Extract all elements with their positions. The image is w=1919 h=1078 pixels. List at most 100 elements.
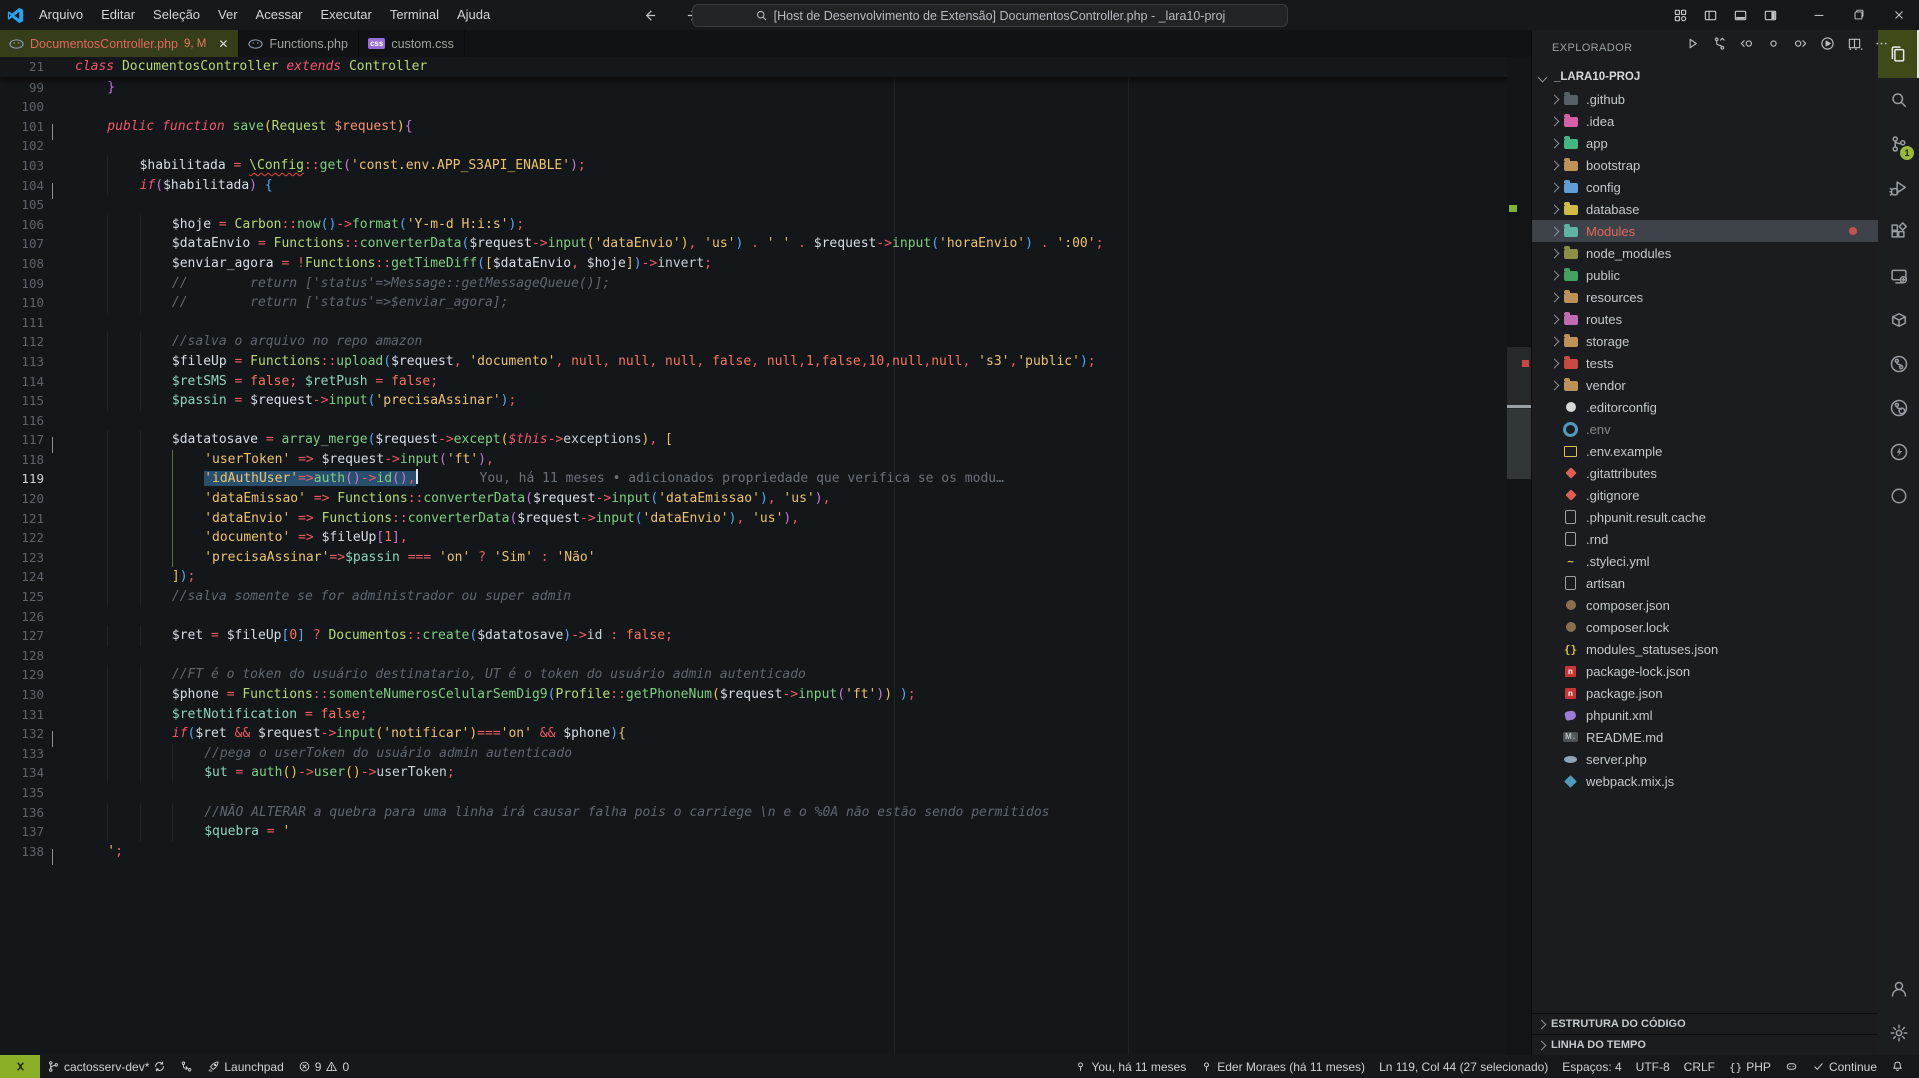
tree-item-server.php[interactable]: server.php: [1532, 748, 1879, 770]
code-line[interactable]: 104if($habilitada) {: [0, 176, 1531, 196]
tree-item-resources[interactable]: resources: [1532, 286, 1879, 308]
tab-DocumentosController.php[interactable]: DocumentosController.php9, M✕: [0, 30, 239, 57]
code-line[interactable]: 107$dataEnvio = Functions::converterData…: [0, 234, 1531, 254]
tree-item-.styleci.yml[interactable]: ~.styleci.yml: [1532, 550, 1879, 572]
menu-item-ver[interactable]: Ver: [209, 0, 247, 30]
code-line[interactable]: 133//pega o userToken do usuário admin a…: [0, 744, 1531, 764]
code-line[interactable]: 120'dataEmissao' => Functions::converter…: [0, 489, 1531, 509]
status-Espaços: 4[interactable]: Espaços: 4: [1555, 1060, 1628, 1074]
code-editor[interactable]: 21class DocumentosController extends Con…: [0, 57, 1531, 1055]
tree-item-routes[interactable]: routes: [1532, 308, 1879, 330]
tree-item-modules_statuses.json[interactable]: {}modules_statuses.json: [1532, 638, 1879, 660]
tree-item-.phpunit.result.cache[interactable]: .phpunit.result.cache: [1532, 506, 1879, 528]
status-bell[interactable]: [1884, 1060, 1911, 1073]
tree-item-composer.lock[interactable]: composer.lock: [1532, 616, 1879, 638]
code-line[interactable]: 103$habilitada = \Config::get('const.env…: [0, 156, 1531, 176]
tree-item-.editorconfig[interactable]: .editorconfig: [1532, 396, 1879, 418]
code-line[interactable]: 118'userToken' => $request->input('ft'),: [0, 450, 1531, 470]
tree-item-tests[interactable]: tests: [1532, 352, 1879, 374]
code-line[interactable]: 128: [0, 646, 1531, 666]
status-git-compare[interactable]: [173, 1060, 200, 1073]
minimap-overview-ruler[interactable]: [1507, 57, 1531, 1055]
customize-layout-icon[interactable]: [1665, 0, 1695, 30]
tab-custom.css[interactable]: csscustom.css: [359, 30, 465, 57]
menu-item-editar[interactable]: Editar: [92, 0, 144, 30]
code-line[interactable]: 134$ut = auth()->user()->userToken;: [0, 763, 1531, 783]
tree-item-database[interactable]: database: [1532, 198, 1879, 220]
code-line[interactable]: 123'precisaAssinar'=>$passin === 'on' ? …: [0, 548, 1531, 568]
tree-item-storage[interactable]: storage: [1532, 330, 1879, 352]
play-circle-icon[interactable]: [1817, 34, 1837, 54]
command-center-search[interactable]: [Host de Desenvolvimento de Extensão] Do…: [692, 4, 1288, 27]
code-line[interactable]: 112//salva o arquivo no repo amazon: [0, 332, 1531, 352]
code-line[interactable]: 131$retNotification = false;: [0, 705, 1531, 725]
code-line[interactable]: 108$enviar_agora = !Functions::getTimeDi…: [0, 254, 1531, 274]
tree-item-app[interactable]: app: [1532, 132, 1879, 154]
activity-lightning[interactable]: [1878, 430, 1919, 474]
tree-item-package-lock.json[interactable]: npackage-lock.json: [1532, 660, 1879, 682]
toggle-panel-left-icon[interactable]: [1695, 0, 1725, 30]
code-line[interactable]: 121'dataEnvio' => Functions::converterDa…: [0, 509, 1531, 529]
tree-item-node_modules[interactable]: node_modules: [1532, 242, 1879, 264]
code-line[interactable]: 102: [0, 136, 1531, 156]
status-cactosserv-dev*[interactable]: cactosserv-dev*: [40, 1060, 173, 1074]
tree-item-vendor[interactable]: vendor: [1532, 374, 1879, 396]
code-line[interactable]: 124]);: [0, 567, 1531, 587]
nav-forward-circle-icon[interactable]: [1790, 34, 1810, 54]
toggle-panel-bottom-icon[interactable]: [1725, 0, 1755, 30]
code-line[interactable]: 100: [0, 97, 1531, 117]
code-line[interactable]: 122'documento' => $fileUp[1],: [0, 528, 1531, 548]
code-line[interactable]: 138';: [0, 842, 1531, 862]
code-line[interactable]: 110// return ['status'=>$enviar_agora];: [0, 293, 1531, 313]
toggle-panel-right-icon[interactable]: [1755, 0, 1785, 30]
menu-item-arquivo[interactable]: Arquivo: [30, 0, 92, 30]
status-Ln 119, Col 44 (27 selecionado)[interactable]: Ln 119, Col 44 (27 selecionado): [1372, 1060, 1555, 1074]
code-line[interactable]: 132if($ret && $request->input('notificar…: [0, 724, 1531, 744]
status-You, há 11 meses[interactable]: You, há 11 meses: [1067, 1060, 1193, 1074]
nav-circle-icon[interactable]: [1763, 34, 1783, 54]
status-copilot[interactable]: [1778, 1060, 1805, 1073]
code-line[interactable]: 126: [0, 607, 1531, 627]
tree-item-.env.example[interactable]: .env.example: [1532, 440, 1879, 462]
code-line[interactable]: 101public function save(Request $request…: [0, 117, 1531, 137]
nav-back-icon[interactable]: [634, 0, 664, 30]
run-config-icon[interactable]: [1709, 34, 1729, 54]
code-line[interactable]: 113$fileUp = Functions::upload($request,…: [0, 352, 1531, 372]
code-line[interactable]: 130$phone = Functions::somenteNumerosCel…: [0, 685, 1531, 705]
status-9[interactable]: 90: [291, 1060, 356, 1074]
code-line[interactable]: 117$datatosave = array_merge($request->e…: [0, 430, 1531, 450]
code-line[interactable]: 129//FT é o token do usuário destinatari…: [0, 665, 1531, 685]
code-line[interactable]: 114$retSMS = false; $retPush = false;: [0, 372, 1531, 392]
code-line[interactable]: 115$passin = $request->input('precisaAss…: [0, 391, 1531, 411]
section-code-structure[interactable]: ESTRUTURA DO CÓDIGO: [1532, 1013, 1879, 1034]
code-line[interactable]: 106$hoje = Carbon::now()->format('Y-m-d …: [0, 215, 1531, 235]
activity-remote-explorer[interactable]: [1878, 254, 1919, 298]
menu-item-executar[interactable]: Executar: [312, 0, 381, 30]
status-Launchpad[interactable]: Launchpad: [200, 1060, 290, 1074]
tree-item-.gitattributes[interactable]: .gitattributes: [1532, 462, 1879, 484]
code-line[interactable]: 136//NÃO ALTERAR a quebra para uma linha…: [0, 803, 1531, 823]
split-editor-icon[interactable]: [1844, 34, 1864, 54]
status-Eder Moraes (há 11 meses)[interactable]: Eder Moraes (há 11 meses): [1193, 1060, 1372, 1074]
tree-item-bootstrap[interactable]: bootstrap: [1532, 154, 1879, 176]
tree-item-phpunit.xml[interactable]: phpunit.xml: [1532, 704, 1879, 726]
sticky-scroll-line[interactable]: 21class DocumentosController extends Con…: [0, 57, 1531, 78]
code-line[interactable]: 21class DocumentosController extends Con…: [0, 57, 1531, 77]
close-button[interactable]: [1879, 0, 1919, 30]
menu-item-ajuda[interactable]: Ajuda: [448, 0, 499, 30]
activity-gitlens[interactable]: [1878, 342, 1919, 386]
status-Continue[interactable]: Continue: [1805, 1060, 1884, 1074]
status-CRLF[interactable]: CRLF: [1677, 1060, 1722, 1074]
fold-chevron-icon[interactable]: [52, 847, 53, 867]
tab-Functions.php[interactable]: Functions.php: [239, 30, 359, 57]
activity-run-debug[interactable]: [1878, 166, 1919, 210]
tree-item-artisan[interactable]: artisan: [1532, 572, 1879, 594]
nav-back-circle-icon[interactable]: [1736, 34, 1756, 54]
activity-container[interactable]: [1878, 298, 1919, 342]
status-PHP[interactable]: {}PHP: [1722, 1060, 1778, 1074]
tree-item-Modules[interactable]: Modules: [1532, 220, 1879, 242]
tree-item-package.json[interactable]: npackage.json: [1532, 682, 1879, 704]
activity-ring[interactable]: [1878, 474, 1919, 518]
tree-item-webpack.mix.js[interactable]: webpack.mix.js: [1532, 770, 1879, 792]
code-line[interactable]: 116: [0, 411, 1531, 431]
